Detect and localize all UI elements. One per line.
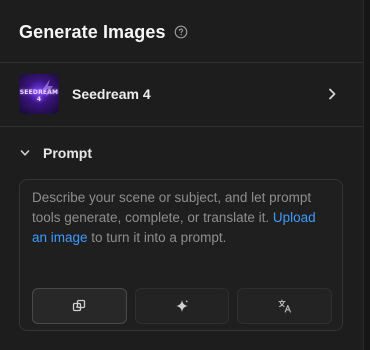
page-title: Generate Images	[19, 21, 166, 42]
prompt-section-title: Prompt	[43, 145, 92, 161]
scrollbar-track[interactable]	[364, 0, 370, 350]
model-thumbnail: SEEDREAM 4	[19, 74, 59, 114]
generate-images-panel: Generate Images SEEDREAM 4 Seedream 4 Pr…	[0, 0, 364, 350]
chevron-down-icon	[20, 150, 30, 156]
chevron-right-icon[interactable]	[325, 87, 339, 101]
model-divider	[0, 126, 363, 127]
placeholder-text-end: to turn it into a prompt.	[87, 230, 227, 245]
translate-icon	[278, 299, 291, 313]
prompt-translate-tool[interactable]	[237, 288, 333, 324]
prompt-placeholder: Describe your scene or subject, and let …	[32, 188, 332, 248]
copy-swap-icon	[73, 299, 86, 312]
model-name: Seedream 4	[72, 86, 151, 102]
prompt-generate-tool[interactable]	[32, 288, 127, 324]
prompt-section-toggle[interactable]: Prompt	[19, 143, 92, 163]
sparkle-icon	[176, 299, 189, 312]
placeholder-text-start: Describe your scene or subject, and let …	[32, 190, 312, 225]
model-selector[interactable]: SEEDREAM 4 Seedream 4	[0, 62, 363, 126]
prompt-tools	[32, 288, 333, 324]
question-circle-icon[interactable]	[174, 25, 188, 39]
prompt-input[interactable]: Describe your scene or subject, and let …	[19, 179, 343, 331]
panel-header: Generate Images	[19, 20, 188, 44]
prompt-complete-tool[interactable]	[134, 288, 230, 324]
lightning-icon	[43, 79, 53, 97]
